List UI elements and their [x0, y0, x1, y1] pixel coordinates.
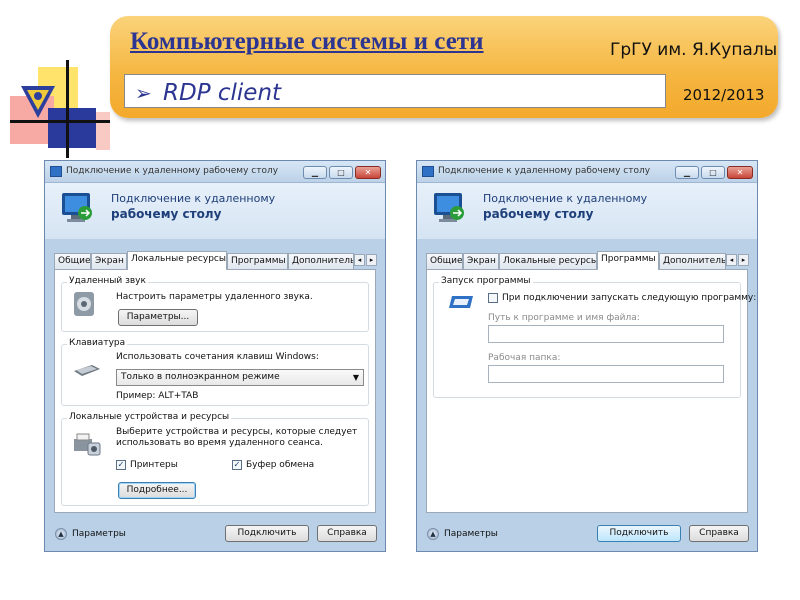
expand-options-icon[interactable]: ▲	[427, 528, 439, 540]
slide-subtitle: RDP client	[163, 80, 282, 106]
tab-panel-local-resources: Удаленный звук Настроить параметры удале…	[54, 269, 376, 513]
tab-general[interactable]: Общие	[54, 253, 91, 269]
tab-strip: Общие Экран Локальные ресурсы Программы …	[54, 251, 377, 270]
rdp-window-local-resources: Подключение к удаленному рабочему столу …	[44, 160, 386, 552]
connect-button[interactable]: Подключить	[597, 525, 681, 542]
options-link[interactable]: Параметры	[444, 529, 498, 539]
university-name: ГрГУ им. Я.Купалы	[610, 40, 778, 60]
decor-line-vertical	[66, 60, 69, 158]
arrow-bullet-icon: ➢	[135, 83, 152, 105]
university-logo-icon	[21, 86, 55, 118]
academic-year: 2012/2013	[683, 86, 765, 104]
working-folder-input[interactable]	[488, 365, 724, 383]
maximize-button[interactable]: □	[701, 166, 725, 179]
window-titlebar: Подключение к удаленному рабочему столу …	[417, 161, 757, 183]
minimize-button[interactable]: ▁	[303, 166, 327, 179]
group-remote-sound: Удаленный звук Настроить параметры удале…	[61, 276, 369, 332]
tab-advanced[interactable]: Дополнитель	[288, 253, 354, 269]
tab-panel-programs: Запуск программы ✓ При подключении запус…	[426, 269, 756, 513]
tab-general[interactable]: Общие	[426, 253, 463, 269]
program-path-label: Путь к программе и имя файла:	[488, 313, 640, 323]
course-title: Компьютерные системы и сети	[130, 28, 484, 55]
program-window-icon	[449, 296, 473, 308]
group-program-startup: Запуск программы ✓ При подключении запус…	[433, 276, 756, 398]
tab-programs[interactable]: Программы	[597, 251, 659, 270]
keyboard-mode-value: Только в полноэкранном режиме	[121, 372, 280, 382]
expand-options-icon[interactable]: ▲	[55, 528, 67, 540]
devices-description-line2: использовать во время удаленного сеанса.	[116, 438, 323, 448]
group-label: Клавиатура	[67, 338, 128, 348]
dialog-heading-line2: рабочему столу	[111, 207, 222, 221]
dialog-heading-line1: Подключение к удаленному	[483, 192, 648, 205]
start-program-checkbox[interactable]: ✓	[488, 293, 498, 303]
tab-scroll-right-icon[interactable]: ▸	[366, 254, 377, 266]
keyboard-example: Пример: ALT+TAB	[116, 391, 199, 401]
group-keyboard: Клавиатура Использовать сочетания клавиш…	[61, 338, 369, 406]
dialog-header: Подключение к удаленному рабочему столу	[45, 183, 385, 239]
printers-checkbox[interactable]: ✓	[116, 460, 126, 470]
close-button[interactable]: ✕	[355, 166, 381, 179]
tab-scroll-left-icon[interactable]: ◂	[726, 254, 737, 266]
tab-display[interactable]: Экран	[91, 253, 127, 269]
window-title: Подключение к удаленному рабочему столу	[438, 166, 651, 176]
tab-strip: Общие Экран Локальные ресурсы Программы …	[426, 251, 749, 270]
connect-button[interactable]: Подключить	[225, 525, 309, 542]
decor-square-pink	[96, 112, 110, 150]
window-title: Подключение к удаленному рабочему столу	[66, 166, 279, 176]
keyboard-mode-select[interactable]: Только в полноэкранном режиме ▼	[116, 369, 364, 386]
devices-description-line1: Выберите устройства и ресурсы, которые с…	[116, 427, 358, 437]
group-label: Локальные устройства и ресурсы	[67, 412, 232, 422]
close-button[interactable]: ✕	[727, 166, 753, 179]
printers-label: Принтеры	[130, 460, 178, 470]
dialog-heading-line1: Подключение к удаленному	[111, 192, 276, 205]
group-local-devices: Локальные устройства и ресурсы Выберите …	[61, 412, 369, 506]
tab-programs[interactable]: Программы	[227, 253, 288, 269]
working-folder-label: Рабочая папка:	[488, 353, 561, 363]
tab-advanced[interactable]: Дополнитель	[659, 253, 726, 269]
group-label: Запуск программы	[439, 276, 533, 286]
keyboard-icon	[74, 365, 100, 376]
dialog-heading-line2: рабочему столу	[483, 207, 594, 221]
sound-description: Настроить параметры удаленного звука.	[116, 292, 313, 302]
help-button[interactable]: Справка	[317, 525, 377, 542]
window-titlebar: Подключение к удаленному рабочему столу …	[45, 161, 385, 183]
decor-line-horizontal	[10, 120, 110, 123]
group-label: Удаленный звук	[67, 276, 148, 286]
clipboard-label: Буфер обмена	[246, 460, 315, 470]
devices-icon	[74, 433, 101, 456]
tab-display[interactable]: Экран	[463, 253, 499, 269]
subtitle-box: ➢ RDP client	[124, 74, 666, 108]
speaker-icon	[74, 292, 94, 316]
more-details-button[interactable]: Подробнее...	[118, 482, 196, 499]
rdp-window-programs: Подключение к удаленному рабочему столу …	[416, 160, 758, 552]
remote-desktop-monitor-icon	[434, 193, 464, 222]
tab-scroll-right-icon[interactable]: ▸	[738, 254, 749, 266]
rdp-app-icon	[50, 166, 62, 177]
tab-scroll-left-icon[interactable]: ◂	[354, 254, 365, 266]
start-program-label: При подключении запускать следующую прог…	[502, 293, 757, 303]
keyboard-description: Использовать сочетания клавиш Windows:	[116, 352, 319, 362]
chevron-down-icon: ▼	[352, 373, 359, 382]
options-link[interactable]: Параметры	[72, 529, 126, 539]
tab-local-resources[interactable]: Локальные ресурсы	[499, 253, 597, 269]
dialog-header: Подключение к удаленному рабочему столу	[417, 183, 757, 239]
tab-local-resources[interactable]: Локальные ресурсы	[127, 251, 227, 270]
help-button[interactable]: Справка	[689, 525, 749, 542]
clipboard-checkbox[interactable]: ✓	[232, 460, 242, 470]
minimize-button[interactable]: ▁	[675, 166, 699, 179]
sound-settings-button[interactable]: Параметры...	[118, 309, 198, 326]
remote-desktop-monitor-icon	[62, 193, 92, 222]
program-path-input[interactable]	[488, 325, 724, 343]
rdp-app-icon	[422, 166, 434, 177]
maximize-button[interactable]: □	[329, 166, 353, 179]
